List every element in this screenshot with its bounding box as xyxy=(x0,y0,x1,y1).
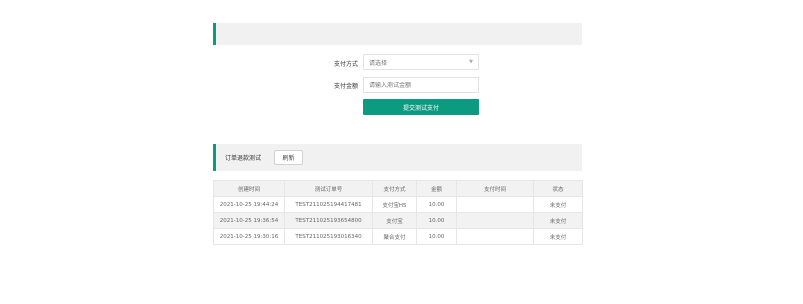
cell-status: 未支付 xyxy=(533,212,583,229)
payment-panel-header xyxy=(213,23,582,45)
cell-pay-method: 聚合支付 xyxy=(372,228,417,245)
column-header-amount: 金额 xyxy=(416,180,457,197)
cell-pay-time xyxy=(456,212,534,229)
cell-pay-time xyxy=(456,228,534,245)
cell-created-time: 2021-10-25 19:30:16 xyxy=(213,228,285,245)
pay-method-label: 支付方式 xyxy=(333,61,358,68)
column-header-pay-method: 支付方式 xyxy=(372,180,417,197)
cell-order-number: TEST211025194417481 xyxy=(284,196,373,213)
orders-table: 创建时间 测试订单号 支付方式 金额 支付时间 状态 2021-10-25 19… xyxy=(213,180,583,245)
table-row[interactable]: 2021-10-25 19:44:24 TEST211025194417481 … xyxy=(213,196,583,213)
pay-method-select[interactable]: 请选择 ▼ xyxy=(363,54,479,70)
cell-amount: 10.00 xyxy=(416,196,457,213)
cell-order-number: TEST211025193654800 xyxy=(284,212,373,229)
cell-amount: 10.00 xyxy=(416,228,457,245)
cell-pay-method: 支付宝H5 xyxy=(372,196,417,213)
refresh-button[interactable]: 刷新 xyxy=(274,150,304,165)
cell-status: 未支付 xyxy=(533,196,583,213)
table-row[interactable]: 2021-10-25 19:30:16 TEST211025193016340 … xyxy=(213,228,583,245)
column-header-created-time: 创建时间 xyxy=(213,180,285,197)
cell-pay-time xyxy=(456,196,534,213)
table-row[interactable]: 2021-10-25 19:36:54 TEST211025193654800 … xyxy=(213,212,583,229)
pay-method-value: 请选择 xyxy=(369,59,388,67)
refund-section-title: 订单退款测试 xyxy=(225,155,262,162)
column-header-status: 状态 xyxy=(533,180,583,197)
pay-amount-field-wrapper xyxy=(363,77,479,93)
pay-amount-label: 支付金额 xyxy=(333,83,358,90)
submit-test-payment-button[interactable]: 提交测试支付 xyxy=(363,99,479,115)
table-header-row: 创建时间 测试订单号 支付方式 金额 支付时间 状态 xyxy=(213,180,583,197)
refund-panel-header: 订单退款测试 刷新 xyxy=(213,144,582,171)
cell-order-number: TEST211025193016340 xyxy=(284,228,373,245)
cell-amount: 10.00 xyxy=(416,212,457,229)
cell-pay-method: 支付宝 xyxy=(372,212,417,229)
column-header-order-number: 测试订单号 xyxy=(284,180,373,197)
cell-created-time: 2021-10-25 19:44:24 xyxy=(213,196,285,213)
column-header-pay-time: 支付时间 xyxy=(456,180,534,197)
chevron-down-icon: ▼ xyxy=(469,59,473,65)
cell-created-time: 2021-10-25 19:36:54 xyxy=(213,212,285,229)
pay-amount-input[interactable] xyxy=(369,81,478,89)
cell-status: 未支付 xyxy=(533,228,583,245)
